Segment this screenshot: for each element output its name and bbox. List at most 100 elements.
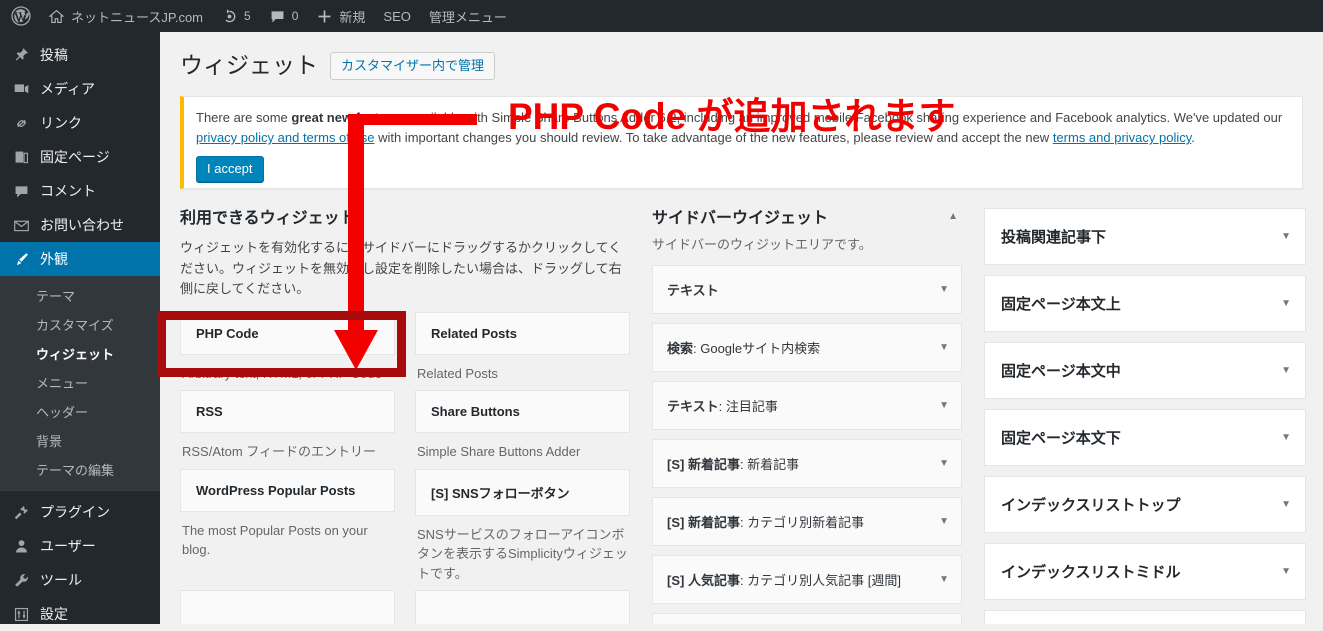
chevron-down-icon[interactable]: ▼ [939,284,949,295]
i-accept-button[interactable]: I accept [196,156,264,182]
sidebar-item-users[interactable]: ユーザー [0,529,160,563]
link-icon [11,113,31,133]
chevron-down-icon[interactable]: ▼ [939,400,949,411]
sidebar-item-plugins[interactable]: プラグイン [0,495,160,529]
sidebar-item-label: 外観 [40,249,68,269]
sidebar-item-label: リンク [40,113,82,133]
sidebar-item-appearance[interactable]: 外観 [0,242,160,276]
sidebar-item-settings[interactable]: 設定 [0,597,160,631]
sidebar-item-pages[interactable]: 固定ページ [0,140,160,174]
widget-php-code[interactable]: PHP Code [180,312,395,355]
widget-box-partial[interactable] [180,590,395,624]
manage-in-customizer-button[interactable]: カスタマイザー内で管理 [330,52,495,80]
chevron-down-icon[interactable]: ▼ [939,342,949,353]
seo-menu[interactable]: SEO [374,0,419,32]
sidebar-widget-title: テキスト: 注目記事 [667,396,778,415]
sidebar-widget-partial[interactable] [652,613,962,624]
sidebar-widget-popular-posts-weekly[interactable]: [S] 人気記事: カテゴリ別人気記事 [週間] ▼ [652,555,962,604]
sidebar-item-media[interactable]: メディア [0,72,160,106]
new-content-menu[interactable]: 新規 [307,0,374,32]
available-widget-partial [180,590,395,624]
widget-share-buttons[interactable]: Share Buttons [415,390,630,433]
widget-sns-follow-button[interactable]: [S] SNSフォローボタン [415,469,630,516]
chevron-up-icon[interactable]: ▲ [944,208,962,226]
chevron-down-icon[interactable]: ▼ [1281,365,1291,376]
comments-count: 0 [292,9,299,23]
terms-privacy-link[interactable]: terms and privacy policy [1053,130,1191,145]
widget-description: The most Popular Posts on your blog. [180,512,395,560]
submenu-item-theme-editor[interactable]: テーマの編集 [0,455,160,484]
available-widget: PHP Code Arbitrary text, HTML, or PHP Co… [180,312,395,384]
widget-instance-label: : Googleサイト内検索 [693,341,820,356]
chevron-down-icon[interactable]: ▼ [1281,566,1291,577]
wordpress-logo-icon[interactable] [0,0,39,32]
sidebar-widget-new-posts[interactable]: [S] 新着記事: 新着記事 ▼ [652,439,962,488]
notice-text-bold: great new features [291,110,406,125]
sidebar-item-links[interactable]: リンク [0,106,160,140]
site-name-label: ネットニュースJP.com [71,7,203,26]
widget-area-index-list-top[interactable]: インデックスリストトップ ▼ [984,476,1306,533]
admin-bar: ネットニュースJP.com 5 0 新規 SEO 管理メニュー [0,0,1323,32]
widget-area-label: インデックスリストミドル [1001,561,1181,582]
notice-text-a: There are some [196,110,291,125]
widget-type-label: テキスト [667,283,719,298]
widget-related-posts[interactable]: Related Posts [415,312,630,355]
sidebar-area-header[interactable]: サイドバーウイジェット ▲ [652,208,962,230]
chevron-down-icon[interactable]: ▼ [1281,432,1291,443]
widget-areas-column: 投稿関連記事下 ▼ 固定ページ本文上 ▼ 固定ページ本文中 ▼ 固定ページ本文下… [984,208,1306,624]
comments-menu[interactable]: 0 [260,0,308,32]
sidebar-item-comments[interactable]: コメント [0,174,160,208]
submenu-item-customize[interactable]: カスタマイズ [0,310,160,339]
page-header: ウィジェット カスタマイザー内で管理 [180,42,1303,84]
sidebar-widget-search[interactable]: 検索: Googleサイト内検索 ▼ [652,323,962,372]
sidebar-widget-title: 検索: Googleサイト内検索 [667,338,820,357]
widget-instance-label: : 注目記事 [719,399,778,414]
sidebar-item-label: ツール [40,570,82,590]
available-widget: [S] SNSフォローボタン SNSサービスのフォローアイコンボタンを表示するS… [415,469,630,584]
site-name-menu[interactable]: ネットニュースJP.com [39,0,212,32]
sidebar-item-label: 投稿 [40,45,68,65]
submenu-item-background[interactable]: 背景 [0,426,160,455]
widget-area-post-related-below[interactable]: 投稿関連記事下 ▼ [984,208,1306,265]
submenu-item-header[interactable]: ヘッダー [0,397,160,426]
submenu-item-menus[interactable]: メニュー [0,368,160,397]
appearance-brush-icon [11,249,31,269]
sidebar-widget-text[interactable]: テキスト ▼ [652,265,962,314]
pin-icon [11,45,31,65]
widget-area-index-list-middle[interactable]: インデックスリストミドル ▼ [984,543,1306,600]
chevron-down-icon[interactable]: ▼ [1281,499,1291,510]
sidebar-widget-area: サイドバーウイジェット ▲ サイドバーのウィジットエリアです。 テキスト ▼ 検… [652,208,962,624]
widget-area-index-list-bottom[interactable]: インデックスリストボトム ▼ [984,610,1306,624]
widget-description: Arbitrary text, HTML, or PHP Code [180,355,395,384]
widget-area-label: 固定ページ本文下 [1001,427,1121,448]
available-widgets-description: ウィジェットを有効化するにはサイドバーにドラッグするかクリックしてください。ウィ… [180,238,630,298]
sidebar-widget-new-posts-category[interactable]: [S] 新着記事: カテゴリ別新着記事 ▼ [652,497,962,546]
widget-box-partial[interactable] [415,590,630,624]
admin-menu-item[interactable]: 管理メニュー [420,0,516,32]
privacy-policy-link[interactable]: privacy policy and terms of use [196,130,374,145]
menu-divider [0,490,160,491]
updates-menu[interactable]: 5 [212,0,260,32]
widget-description: Simple Share Buttons Adder [415,433,630,462]
sidebar-widget-text-featured[interactable]: テキスト: 注目記事 ▼ [652,381,962,430]
sidebar-item-contact[interactable]: お問い合わせ [0,208,160,242]
chevron-down-icon[interactable]: ▼ [939,458,949,469]
notice-text-e: with important changes you should review… [374,130,1052,145]
plugin-update-notice: There are some great new features availa… [180,96,1303,189]
chevron-down-icon[interactable]: ▼ [939,574,949,585]
chevron-down-icon[interactable]: ▼ [1281,298,1291,309]
new-label: 新規 [339,7,365,26]
sidebar-item-tools[interactable]: ツール [0,563,160,597]
widget-instance-label: : カテゴリ別人気記事 [週間] [740,573,901,588]
widget-area-page-body-top[interactable]: 固定ページ本文上 ▼ [984,275,1306,332]
submenu-item-widgets[interactable]: ウィジェット [0,339,160,368]
available-widgets-title: 利用できるウィジェット [180,208,630,230]
widget-rss[interactable]: RSS [180,390,395,433]
chevron-down-icon[interactable]: ▼ [1281,231,1291,242]
sidebar-item-posts[interactable]: 投稿 [0,38,160,72]
chevron-down-icon[interactable]: ▼ [939,516,949,527]
submenu-item-themes[interactable]: テーマ [0,281,160,310]
widget-wordpress-popular-posts[interactable]: WordPress Popular Posts [180,469,395,512]
widget-area-page-body-middle[interactable]: 固定ページ本文中 ▼ [984,342,1306,399]
widget-area-page-body-bottom[interactable]: 固定ページ本文下 ▼ [984,409,1306,466]
